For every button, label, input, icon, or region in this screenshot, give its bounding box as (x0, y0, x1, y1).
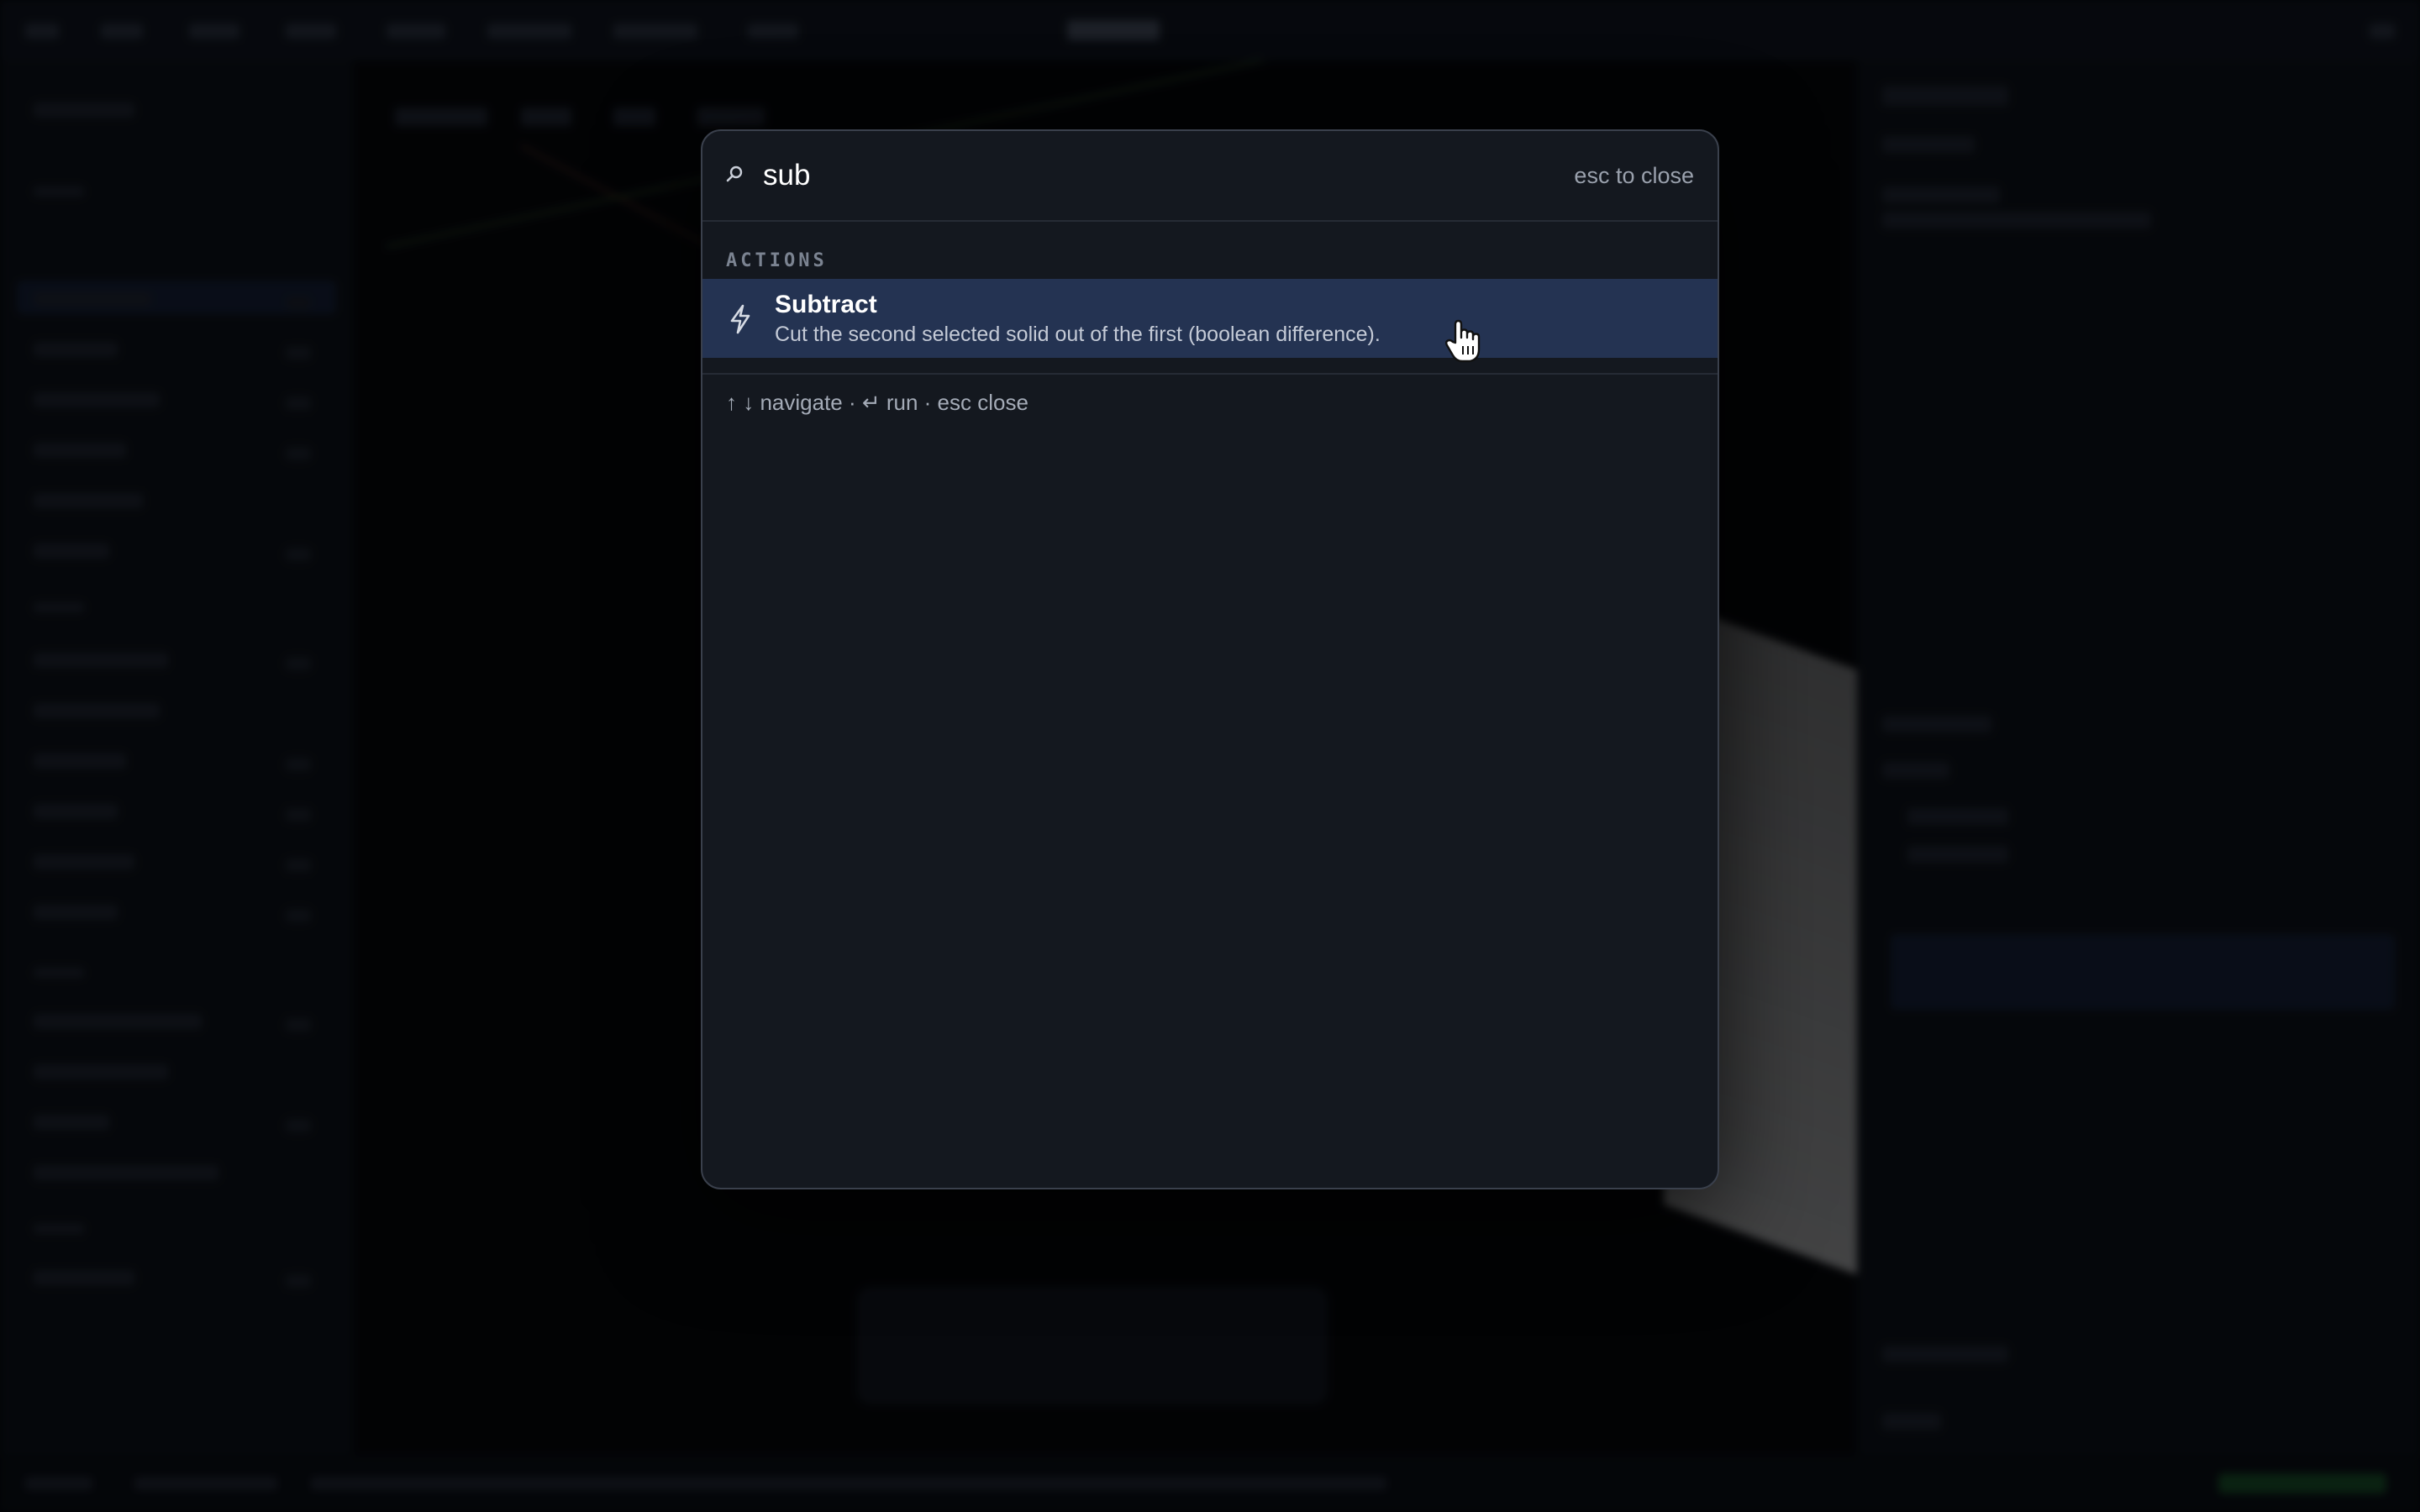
close-hint[interactable]: esc to close (1574, 163, 1694, 189)
section-label-actions: ACTIONS (726, 250, 828, 271)
search-icon (726, 165, 743, 182)
result-description: Cut the second selected solid out of the… (775, 323, 1381, 346)
lightning-bolt-icon (730, 304, 750, 334)
search-row: esc to close (702, 131, 1718, 222)
hand-pointer-cursor-icon (1445, 319, 1481, 363)
result-title: Subtract (775, 291, 877, 318)
command-palette: esc to close ACTIONS Subtract Cut the se… (701, 129, 1719, 1189)
divider (702, 373, 1718, 375)
search-input[interactable] (763, 151, 1519, 200)
keyboard-hint: ↑ ↓ navigate · ↵ run · esc close (726, 390, 1028, 415)
result-item-subtract[interactable]: Subtract Cut the second selected solid o… (702, 279, 1718, 358)
